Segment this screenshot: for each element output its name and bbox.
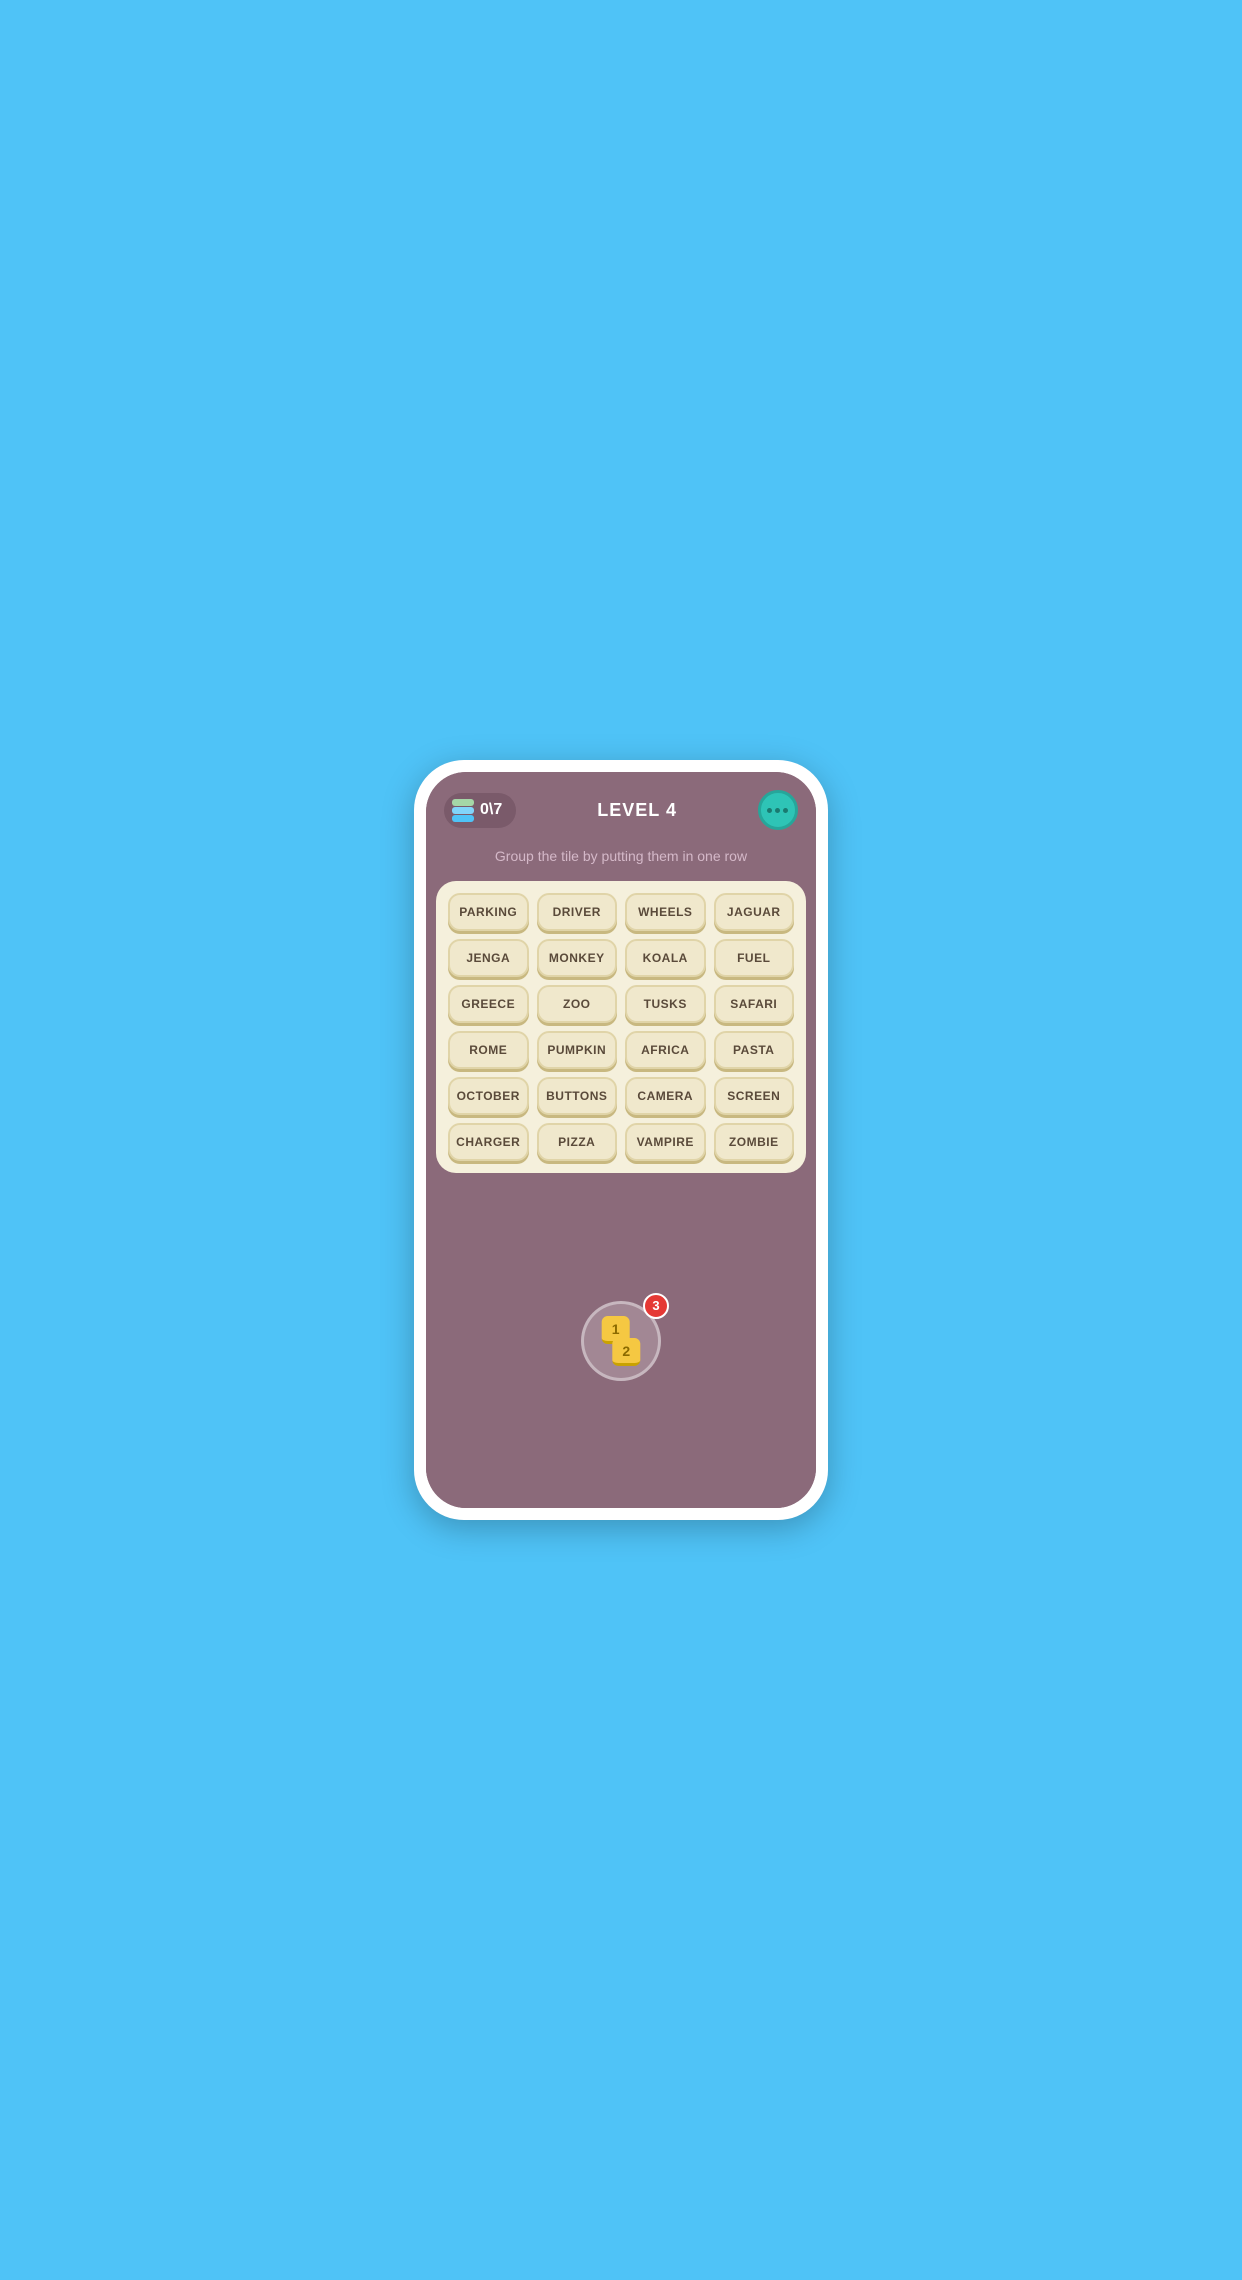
tile-21[interactable]: PIZZA [537,1123,618,1161]
tile-16[interactable]: OCTOBER [448,1077,529,1115]
bottom-section: 1 2 3 [426,1173,816,1508]
menu-dots-icon [767,808,788,813]
tile-9[interactable]: ZOO [537,985,618,1023]
tile-3[interactable]: JAGUAR [714,893,795,931]
tile-10[interactable]: TUSKS [625,985,706,1023]
counter-tiles: 1 2 [605,1310,638,1370]
tile-6[interactable]: KOALA [625,939,706,977]
tile-5[interactable]: MONKEY [537,939,618,977]
tile-18[interactable]: CAMERA [625,1077,706,1115]
tile-23[interactable]: ZOMBIE [714,1123,795,1161]
game-counter[interactable]: 1 2 3 [581,1301,661,1381]
tile-2[interactable]: WHEELS [625,893,706,931]
phone-frame: 0\7 LEVEL 4 Group the tile by putting th… [414,760,828,1520]
tile-15[interactable]: PASTA [714,1031,795,1069]
menu-button[interactable] [758,790,798,830]
score-badge: 0\7 [444,793,516,828]
tile-grid-container: PARKINGDRIVERWHEELSJAGUAR JENGAMONKEYKOAL… [436,881,806,1173]
subtitle-text: Group the tile by putting them in one ro… [426,842,816,881]
tile-7[interactable]: FUEL [714,939,795,977]
tile-11[interactable]: SAFARI [714,985,795,1023]
counter-badge: 3 [643,1293,669,1319]
phone-inner: 0\7 LEVEL 4 Group the tile by putting th… [426,772,816,1508]
tile-19[interactable]: SCREEN [714,1077,795,1115]
tile-22[interactable]: VAMPIRE [625,1123,706,1161]
tile-1[interactable]: DRIVER [537,893,618,931]
tile-13[interactable]: PUMPKIN [537,1031,618,1069]
tile-20[interactable]: CHARGER [448,1123,529,1161]
level-title: LEVEL 4 [597,800,677,821]
tile-14[interactable]: AFRICA [625,1031,706,1069]
tile-4[interactable]: JENGA [448,939,529,977]
tile-8[interactable]: GREECE [448,985,529,1023]
tile-grid: PARKINGDRIVERWHEELSJAGUAR JENGAMONKEYKOAL… [448,893,794,1161]
score-display: 0\7 [480,801,502,819]
header: 0\7 LEVEL 4 [426,772,816,842]
counter-tile-2: 2 [612,1337,640,1365]
tile-0[interactable]: PARKING [448,893,529,931]
layers-icon [452,799,474,822]
tile-17[interactable]: BUTTONS [537,1077,618,1115]
tile-12[interactable]: ROME [448,1031,529,1069]
